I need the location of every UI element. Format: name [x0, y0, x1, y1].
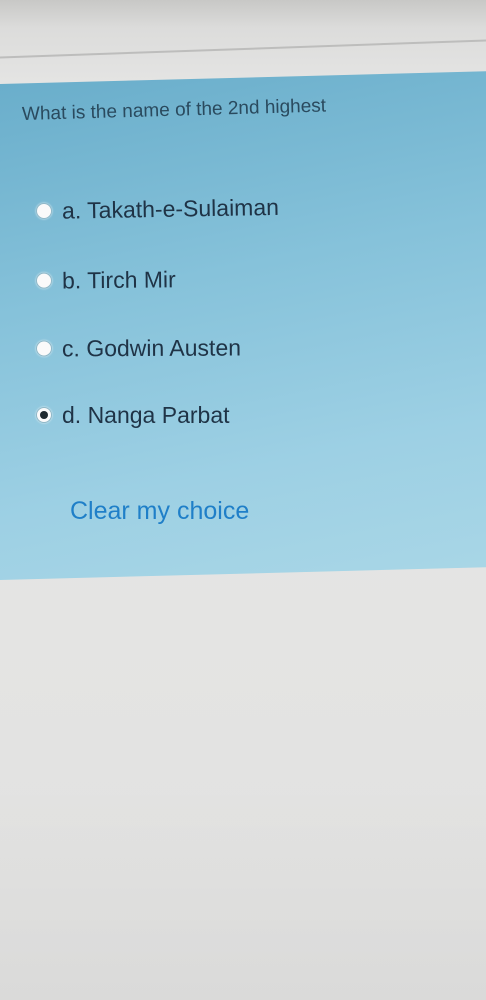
option-b[interactable]: b. Tirch Mir	[35, 262, 176, 297]
option-c[interactable]: c. Godwin Austen	[35, 330, 242, 365]
option-b-label: b. Tirch Mir	[61, 265, 176, 293]
radio-button-a[interactable]	[35, 202, 53, 220]
option-d[interactable]: d. Nanga Parbat	[36, 398, 230, 432]
option-c-label: c. Godwin Austen	[61, 333, 242, 361]
radio-button-b[interactable]	[35, 272, 53, 289]
option-d-label: d. Nanga Parbat	[62, 401, 230, 428]
option-a[interactable]: a. Takath-e-Sulaiman	[35, 190, 280, 228]
radio-button-d-selected[interactable]	[36, 407, 52, 423]
clear-my-choice-link[interactable]: Clear my choice	[70, 497, 249, 526]
page-bottom-area	[0, 780, 486, 1000]
radio-button-c[interactable]	[35, 340, 53, 357]
option-a-label: a. Takath-e-Sulaiman	[61, 193, 280, 224]
